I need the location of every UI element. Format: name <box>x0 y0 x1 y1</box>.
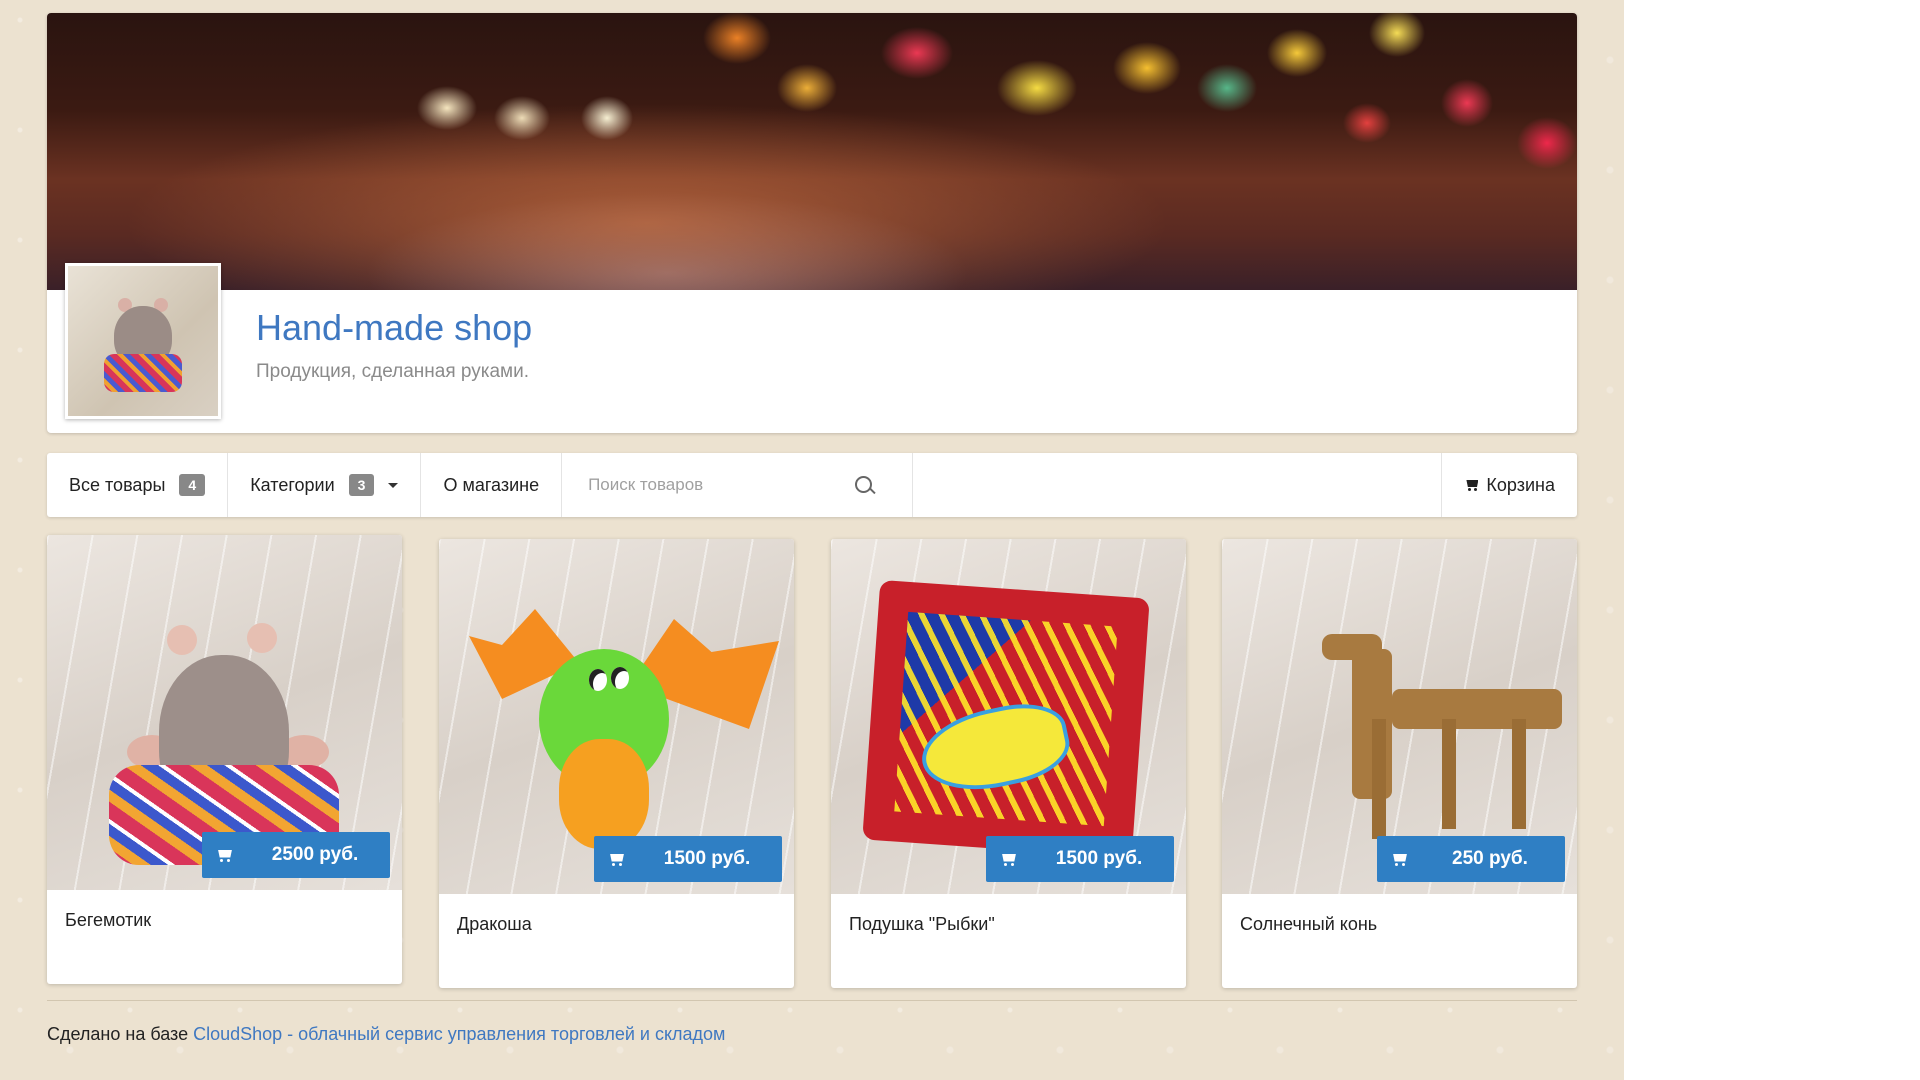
add-to-cart-button[interactable]: 1500 руб. <box>986 836 1174 882</box>
shop-title[interactable]: Hand-made shop <box>256 307 532 349</box>
horse-leg <box>1442 719 1456 829</box>
nav-bar: Все товары 4 Категории 3 О магазине Корз… <box>47 453 1577 517</box>
shop-container: Hand-made shop Продукция, сделанная рука… <box>47 13 1577 988</box>
cart-icon <box>986 836 1032 882</box>
product-name[interactable]: Подушка "Рыбки" <box>831 894 1186 988</box>
shop-logo[interactable] <box>65 263 221 419</box>
cart-icon <box>1464 479 1480 491</box>
hippo-ear <box>167 625 197 655</box>
footer-cloudshop-link[interactable]: CloudShop - облачный сервис управления т… <box>193 1024 725 1044</box>
product-price: 2500 руб. <box>271 844 359 865</box>
product-image[interactable]: 1500 руб. <box>831 539 1186 894</box>
cart-icon <box>1377 836 1423 882</box>
cart-icon <box>594 836 640 882</box>
product-card[interactable]: 2500 руб. Бегемотик <box>47 535 402 984</box>
nav-cart-label: Корзина <box>1486 474 1555 495</box>
product-image[interactable]: 1500 руб. <box>439 539 794 894</box>
search-icon[interactable] <box>855 476 873 493</box>
nav-all-products[interactable]: Все товары 4 <box>47 453 229 517</box>
product-name[interactable]: Бегемотик <box>47 890 402 984</box>
add-to-cart-button[interactable]: 1500 руб. <box>594 836 782 882</box>
horse-body <box>1392 689 1562 729</box>
nav-cart[interactable]: Корзина <box>1441 453 1577 517</box>
footer-prefix: Сделано на базе <box>47 1024 194 1044</box>
horse-leg <box>1372 719 1386 839</box>
product-price: 250 руб. <box>1452 848 1528 869</box>
horse-leg <box>1512 719 1526 829</box>
add-to-cart-button[interactable]: 2500 руб. <box>202 832 390 878</box>
search-box <box>562 453 914 517</box>
product-grid: 2500 руб. Бегемотик 1500 руб. Дракоша 15… <box>47 535 1577 995</box>
product-card[interactable]: 1500 руб. Дракоша <box>439 539 794 988</box>
search-input[interactable] <box>586 474 861 496</box>
footer-divider <box>47 1000 1577 1001</box>
hippo-ear <box>247 623 277 653</box>
product-image[interactable]: 2500 руб. <box>47 535 402 890</box>
nav-about[interactable]: О магазине <box>421 453 563 517</box>
nav-about-label: О магазине <box>443 474 540 495</box>
add-to-cart-button[interactable]: 250 руб. <box>1377 836 1565 882</box>
caret-down-icon <box>388 482 399 488</box>
product-card[interactable]: 250 руб. Солнечный конь <box>1222 539 1577 988</box>
shop-subtitle: Продукция, сделанная руками. <box>256 361 530 382</box>
product-image[interactable]: 250 руб. <box>1222 539 1577 894</box>
dragon-eye <box>589 669 607 691</box>
logo-hippo-pants <box>104 354 182 392</box>
all-products-count-badge: 4 <box>179 474 206 496</box>
product-price: 1500 руб. <box>1055 848 1143 869</box>
product-price: 1500 руб. <box>663 848 751 869</box>
dragon-belly <box>559 739 649 849</box>
dragon-eye <box>611 667 629 689</box>
categories-count-badge: 3 <box>348 474 375 496</box>
shop-banner-image <box>47 13 1577 290</box>
nav-categories-label: Категории <box>250 474 335 495</box>
shop-header: Hand-made shop Продукция, сделанная рука… <box>47 13 1577 433</box>
product-card[interactable]: 1500 руб. Подушка "Рыбки" <box>831 539 1186 988</box>
product-name[interactable]: Дракоша <box>439 894 794 988</box>
nav-categories-dropdown[interactable]: Категории 3 <box>228 453 422 517</box>
footer: Сделано на базе CloudShop - облачный сер… <box>47 1024 725 1045</box>
product-name[interactable]: Солнечный конь <box>1222 894 1577 988</box>
cart-icon <box>202 832 248 878</box>
nav-all-products-label: Все товары <box>69 474 166 495</box>
